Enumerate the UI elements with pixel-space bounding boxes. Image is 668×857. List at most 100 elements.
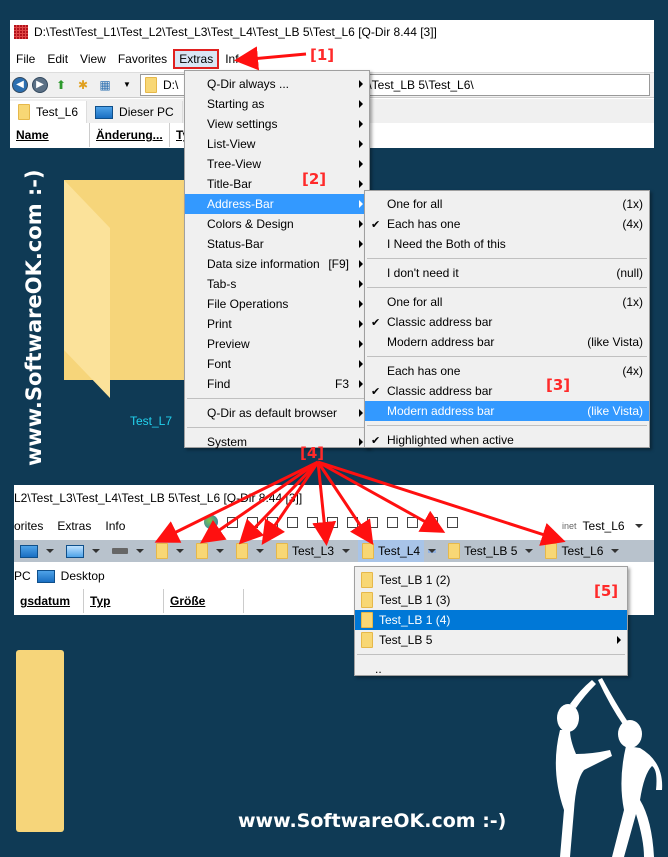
menu-item-default-browser[interactable]: Q-Dir as default browser [185, 403, 369, 423]
submenu-item-dont-need[interactable]: I don't need it (null) [365, 263, 649, 283]
folder-icon [145, 77, 157, 93]
dropdown-item[interactable]: Test_LB 1 (2) [355, 570, 627, 590]
layout-icon[interactable] [407, 516, 418, 528]
column-name[interactable]: Name [10, 123, 90, 147]
bc-desktop[interactable] [16, 540, 42, 562]
computer-icon [66, 544, 84, 558]
menu-item-qdir-always[interactable]: Q-Dir always ... [185, 74, 369, 94]
menu-item-view-settings[interactable]: View settings [185, 114, 369, 134]
submenu-item-each-has-one-2[interactable]: Each has one (4x) [365, 361, 649, 381]
layout-icon[interactable] [327, 516, 338, 528]
submenu-item-one-for-all-2[interactable]: One for all (1x) [365, 292, 649, 312]
folder-icon [361, 592, 373, 608]
chevron-down-icon-active[interactable] [428, 549, 437, 553]
chevron-down-icon[interactable] [46, 549, 54, 553]
submenu-item-each-has-one[interactable]: ✔ Each has one (4x) [365, 214, 649, 234]
menu-item-data-size-info[interactable]: Data size information [F9] [185, 254, 369, 274]
menu-item-system[interactable]: System [185, 432, 369, 452]
chevron-down-icon[interactable] [634, 524, 643, 528]
bc-folder-test[interactable] [152, 540, 172, 562]
layout-icon[interactable] [387, 516, 398, 528]
chevron-down-icon[interactable]: ▼ [118, 77, 136, 93]
checkmark-icon: ✔ [371, 218, 381, 231]
menu-item-file-operations[interactable]: File Operations [185, 294, 369, 314]
chevron-down-icon[interactable] [136, 549, 144, 553]
menu-favorites[interactable]: Favorites [112, 52, 173, 66]
bc-drive[interactable] [108, 540, 132, 562]
inet-toolbar-item[interactable]: inet Test_L6 [562, 519, 651, 533]
menu-edit[interactable]: Edit [41, 52, 74, 66]
menu-item-label: View settings [207, 117, 278, 131]
menu-item-address-bar[interactable]: Address-Bar [185, 194, 369, 214]
new-folder-icon[interactable]: ✱ [74, 77, 92, 93]
menu-item-preview[interactable]: Preview [185, 334, 369, 354]
menu-item-list-view[interactable]: List-View [185, 134, 369, 154]
submenu-item-one-for-all[interactable]: One for all (1x) [365, 194, 649, 214]
desktop-icon [36, 569, 55, 583]
layout-icon[interactable] [227, 516, 238, 528]
bc-test-l6[interactable]: Test_L6 [541, 540, 607, 562]
chevron-down-icon[interactable] [176, 549, 184, 553]
tab-desktop[interactable]: Desktop [61, 569, 105, 583]
layout-icon[interactable] [367, 516, 378, 528]
folder-label-test-l7[interactable]: Test_L7 [130, 414, 172, 428]
tab-label: Test_L6 [36, 105, 79, 119]
bc-folder-l1[interactable] [192, 540, 212, 562]
layout-icon[interactable] [447, 516, 458, 528]
chevron-down-icon[interactable] [611, 549, 620, 553]
dropdown-item[interactable]: Test_LB 1 (3) [355, 590, 627, 610]
chevron-down-icon[interactable] [525, 549, 534, 553]
menu-extras-2[interactable]: Extras [57, 519, 99, 533]
menu-item-tree-view[interactable]: Tree-View [185, 154, 369, 174]
submenu-item-modern-2[interactable]: Modern address bar (like Vista) [365, 401, 649, 421]
dropdown-item-selected[interactable]: Test_LB 1 (4) [355, 610, 627, 630]
menu-item-print[interactable]: Print [185, 314, 369, 334]
menu-view[interactable]: View [74, 52, 112, 66]
menu-info[interactable]: Info [219, 52, 251, 66]
menu-item-colors-design[interactable]: Colors & Design [185, 214, 369, 234]
column-modified-date[interactable]: gsdatum [14, 589, 84, 613]
menu-item-tabs[interactable]: Tab-s [185, 274, 369, 294]
menu-extras[interactable]: Extras [173, 49, 220, 69]
folder-up-icon[interactable]: ⬆ [52, 77, 70, 93]
bc-test-l3[interactable]: Test_L3 [272, 540, 338, 562]
layout-icon[interactable] [427, 516, 438, 528]
tab-dieser-pc[interactable]: Dieser PC [87, 101, 183, 123]
globe-icon[interactable] [204, 515, 218, 529]
submenu-item-classic-1[interactable]: ✔ Classic address bar [365, 312, 649, 332]
menu-item-status-bar[interactable]: Status-Bar [185, 234, 369, 254]
menu-item-starting-as[interactable]: Starting as [185, 94, 369, 114]
submenu-item-highlighted-active[interactable]: ✔ Highlighted when active [365, 430, 649, 450]
menu-item-find[interactable]: Find F3 [185, 374, 369, 394]
layout-icon[interactable] [267, 516, 278, 528]
column-type[interactable]: Typ [84, 589, 164, 613]
bc-folder-l2[interactable] [232, 540, 252, 562]
forward-icon[interactable]: ▶ [32, 77, 48, 93]
menu-favorites-2[interactable]: orites [14, 519, 51, 533]
layout-icon[interactable] [287, 516, 298, 528]
menu-info-2[interactable]: Info [105, 519, 133, 533]
menu-item-font[interactable]: Font [185, 354, 369, 374]
layout-icon[interactable] [247, 516, 258, 528]
chevron-down-icon[interactable] [92, 549, 100, 553]
menu-item-title-bar[interactable]: Title-Bar [185, 174, 369, 194]
bc-test-lb5[interactable]: Test_LB 5 [444, 540, 521, 562]
back-icon[interactable]: ◀ [12, 77, 28, 93]
tab-pc[interactable]: PC [14, 569, 31, 583]
chevron-down-icon[interactable] [216, 549, 224, 553]
bc-this-pc[interactable] [62, 540, 88, 562]
submenu-item-need-both[interactable]: I Need the Both of this [365, 234, 649, 254]
column-modified[interactable]: Änderung... [90, 123, 170, 147]
tab-test-l6[interactable]: Test_L6 [10, 101, 88, 123]
layout-icon[interactable] [307, 516, 318, 528]
column-size[interactable]: Größe [164, 589, 244, 613]
chevron-down-icon[interactable] [256, 549, 264, 553]
submenu-item-modern-1[interactable]: Modern address bar (like Vista) [365, 332, 649, 352]
dropdown-item[interactable]: Test_LB 5 [355, 630, 627, 650]
submenu-item-classic-2[interactable]: ✔ Classic address bar [365, 381, 649, 401]
chevron-down-icon[interactable] [342, 549, 351, 553]
bc-test-l4[interactable]: Test_L4 [358, 540, 425, 562]
view-grid-icon[interactable]: ▦ [96, 77, 114, 93]
layout-icon[interactable] [347, 516, 358, 528]
menu-file[interactable]: File [10, 52, 41, 66]
